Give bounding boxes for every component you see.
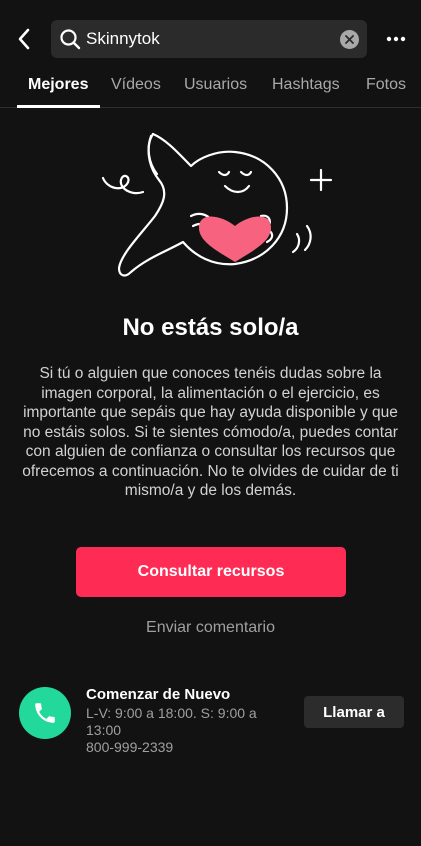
resource-hours: L-V: 9:00 a 18:00. S: 9:00 a 13:00: [86, 705, 257, 738]
active-tab-indicator: [17, 105, 100, 108]
send-feedback-link[interactable]: Enviar comentario: [0, 619, 421, 637]
more-dots-icon: [386, 36, 406, 42]
tab-fotos[interactable]: Fotos: [366, 76, 406, 94]
tab-bar: Mejores Vídeos Usuarios Hashtags Fotos: [0, 68, 421, 108]
more-options-button[interactable]: [381, 22, 411, 56]
resource-name: Comenzar de Nuevo: [86, 686, 231, 703]
back-button[interactable]: [10, 22, 38, 56]
tab-usuarios[interactable]: Usuarios: [184, 76, 247, 94]
search-icon: [60, 29, 81, 50]
tab-mejores[interactable]: Mejores: [28, 76, 88, 94]
close-icon[interactable]: [340, 30, 359, 49]
call-button[interactable]: Llamar a: [304, 696, 404, 728]
tab-hashtags[interactable]: Hashtags: [272, 76, 340, 94]
heart-hug-illustration: [101, 132, 333, 277]
chevron-left-icon: [18, 28, 30, 50]
resource-item: Comenzar de Nuevo L-V: 9:00 a 18:00. S: …: [0, 684, 421, 764]
top-bar: [0, 18, 421, 60]
resource-phone-number: 800-999-2339: [86, 739, 174, 755]
phone-icon: [19, 687, 71, 739]
phone-glyph: [35, 703, 55, 723]
clear-x-glyph: [345, 35, 354, 44]
search-input[interactable]: [86, 20, 326, 58]
page-title: No estás solo/a: [122, 314, 299, 341]
support-description: Si tú o alguien que conoces tenéis dudas…: [22, 365, 399, 499]
search-bar[interactable]: [51, 20, 367, 58]
tab-videos[interactable]: Vídeos: [111, 76, 161, 94]
consult-resources-button[interactable]: Consultar recursos: [76, 547, 346, 597]
